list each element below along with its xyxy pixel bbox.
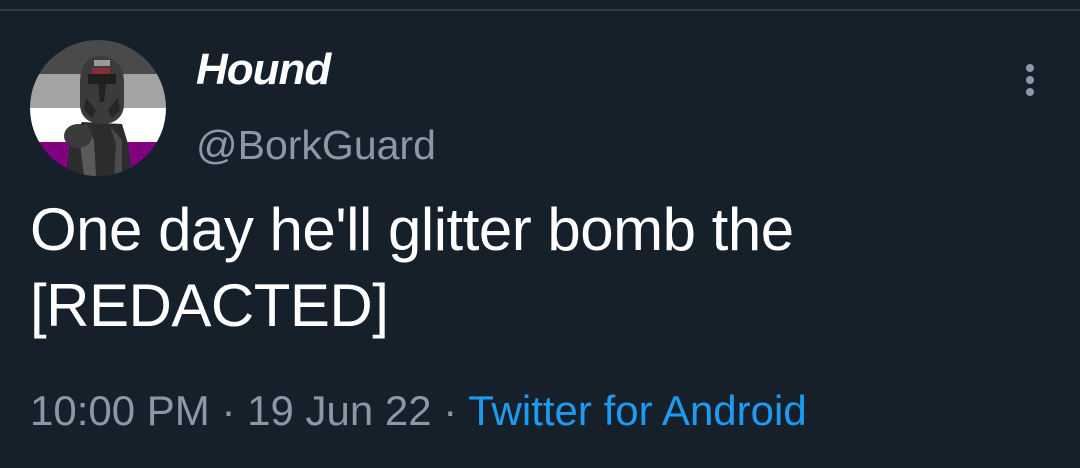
more-options-button[interactable] [1010,58,1050,102]
tweet-text: One day he'll glitter bomb the [REDACTED… [30,192,1040,344]
tweet-text-line-2: [REDACTED] [30,272,389,339]
tweet-text-line-1: One day he'll glitter bomb the [30,196,794,263]
tweet-date[interactable]: 19 Jun 22 [247,387,432,434]
tweet-meta: 10:00 PM · 19 Jun 22 · Twitter for Andro… [30,384,807,438]
clone-trooper-avatar-icon [30,40,166,176]
tweet-time[interactable]: 10:00 PM [30,387,210,434]
tweet-card[interactable]: Hound @BorkGuard One day he'll glitter b… [0,0,1080,468]
meta-separator: · [221,387,236,434]
display-name[interactable]: Hound [196,44,436,96]
source-link[interactable]: Twitter for Android [468,387,806,434]
meta-separator: · [443,387,458,434]
avatar[interactable] [30,40,166,176]
handle[interactable]: @BorkGuard [196,120,436,170]
author-block[interactable]: Hound @BorkGuard [196,44,436,170]
